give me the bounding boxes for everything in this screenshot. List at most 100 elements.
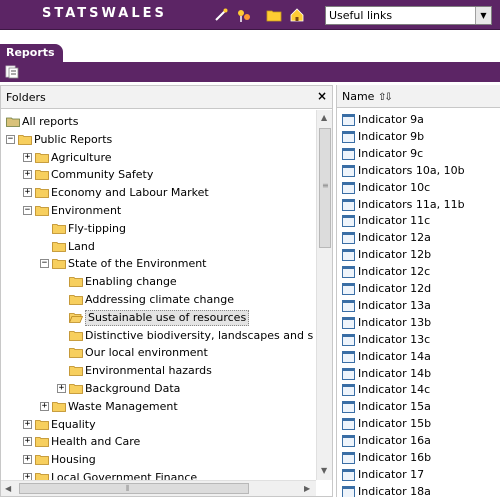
expand-icon[interactable]: + <box>23 419 32 429</box>
expand-icon[interactable]: + <box>23 455 32 465</box>
grip-icon: ⦀ <box>126 484 130 493</box>
tab-reports[interactable]: Reports <box>0 44 63 62</box>
expand-icon[interactable]: + <box>23 188 32 198</box>
report-icon <box>342 114 355 126</box>
statswales-logo[interactable]: STATSWALES <box>42 6 167 21</box>
horizontal-scrollbar[interactable]: ◀ ⦀ ▶ <box>1 480 316 496</box>
home-icon[interactable] <box>289 7 305 23</box>
report-icon <box>342 249 355 262</box>
tree-item-label[interactable]: Waste Management <box>68 398 178 416</box>
tree-row[interactable]: − Public Reports <box>1 131 316 149</box>
brush-icon[interactable] <box>213 7 229 23</box>
vertical-scrollbar[interactable]: ▲ ≡ ▼ <box>316 110 332 480</box>
tree-row[interactable]: Land <box>1 238 316 256</box>
report-icon <box>342 130 355 143</box>
tree-item-label[interactable]: State of the Environment <box>68 255 207 273</box>
report-item-label: Indicator 10c <box>358 180 431 194</box>
report-item-label: Indicator 14b <box>358 366 432 380</box>
tree-row[interactable]: Enabling change <box>1 273 316 291</box>
report-item-label: Indicator 13c <box>358 332 431 346</box>
tree-item-label[interactable]: Distinctive biodiversity, landscapes and… <box>85 327 313 345</box>
report-icon <box>342 485 355 497</box>
tree-item-label[interactable]: Community Safety <box>51 166 153 184</box>
folder-icon <box>52 223 66 234</box>
tree-row[interactable]: + Background Data <box>1 380 316 398</box>
tree-item-label[interactable]: Our local environment <box>85 344 208 362</box>
useful-links-select[interactable]: Useful links ▼ <box>325 6 492 25</box>
tree-row[interactable]: Environmental hazards <box>1 362 316 380</box>
close-icon[interactable]: × <box>317 89 327 103</box>
folders-header: Folders × <box>1 86 332 109</box>
report-item-label: Indicator 9b <box>358 129 425 143</box>
expand-icon[interactable]: + <box>23 437 32 447</box>
tree-row[interactable]: Addressing climate change <box>1 291 316 309</box>
tree-row[interactable]: Fly-tipping <box>1 220 316 238</box>
tree-row[interactable]: + Economy and Labour Market <box>1 184 316 202</box>
tools-icon[interactable] <box>236 7 252 23</box>
report-item-label: Indicator 13b <box>358 315 432 329</box>
folder-icon <box>35 455 49 466</box>
folders-pane: Folders × All reports − Public Reports + Agr… <box>0 85 333 497</box>
tree-item-label[interactable]: Public Reports <box>34 131 112 149</box>
scroll-right-icon[interactable]: ▶ <box>304 484 310 493</box>
reports-list-pane: Name ⇧⇩ Indicator 9a Indicator 9b Indicato… <box>336 85 500 497</box>
tree-row[interactable]: Sustainable use of resources <box>1 309 316 327</box>
name-column-header[interactable]: Name ⇧⇩ <box>337 85 500 108</box>
expand-icon[interactable]: + <box>23 170 32 180</box>
tree-item-label[interactable]: Addressing climate change <box>85 291 234 309</box>
collapse-icon[interactable]: − <box>6 134 15 144</box>
tree-item-label[interactable]: Fly-tipping <box>68 220 126 238</box>
folder-icon <box>35 188 49 199</box>
report-item-label: Indicator 15a <box>358 400 431 414</box>
report-view-icon[interactable] <box>5 65 19 79</box>
tree-item-label[interactable]: Health and Care <box>51 433 140 451</box>
tree-item-label[interactable]: Environmental hazards <box>85 362 212 380</box>
tree-item-label[interactable]: Environment <box>51 202 121 220</box>
chevron-down-icon[interactable]: ▼ <box>475 7 491 24</box>
tree-item-label[interactable]: Housing <box>51 451 96 469</box>
collapse-icon[interactable]: − <box>40 259 49 269</box>
tree-item-label[interactable]: Economy and Labour Market <box>51 184 209 202</box>
expand-icon[interactable]: + <box>57 384 66 393</box>
folder-icon <box>69 330 83 341</box>
tree-item-label[interactable]: Agriculture <box>51 149 112 167</box>
tree-item-label[interactable]: Equality <box>51 416 96 434</box>
folder-tree: All reports − Public Reports + Agriculture + C… <box>1 110 316 480</box>
folder-icon <box>35 473 49 480</box>
tree-row[interactable]: + Equality <box>1 416 316 434</box>
tree-item-label[interactable]: Local Government Finance <box>51 469 197 480</box>
tree-item-label[interactable]: All reports <box>22 113 78 131</box>
scroll-up-icon[interactable]: ▲ <box>321 113 327 122</box>
horizontal-scroll-thumb[interactable]: ⦀ <box>19 483 249 494</box>
report-item-label: Indicator 9c <box>358 146 424 160</box>
expand-icon[interactable]: + <box>23 152 32 162</box>
sort-icon[interactable]: ⇧⇩ <box>378 92 393 103</box>
scroll-left-icon[interactable]: ◀ <box>5 484 11 493</box>
tree-row[interactable]: Our local environment <box>1 344 316 362</box>
tree-row[interactable]: + Local Government Finance <box>1 469 316 480</box>
tree-row[interactable]: + Housing <box>1 451 316 469</box>
tree-row[interactable]: − Environment <box>1 202 316 220</box>
collapse-icon[interactable]: − <box>23 206 32 215</box>
scroll-down-icon[interactable]: ▼ <box>321 466 327 475</box>
tree-row[interactable]: + Health and Care <box>1 433 316 451</box>
tree-item-label[interactable]: Background Data <box>85 380 180 398</box>
tree-row[interactable]: All reports <box>1 113 316 131</box>
tree-item-label[interactable]: Enabling change <box>85 273 177 291</box>
folder-icon <box>69 295 83 305</box>
tree-row[interactable]: Distinctive biodiversity, landscapes and… <box>1 327 316 345</box>
expand-icon[interactable]: + <box>40 401 49 411</box>
folder-tool-icon[interactable] <box>266 7 282 23</box>
folder-icon <box>69 366 83 377</box>
report-item-label: Indicator 12b <box>358 248 432 262</box>
expand-icon[interactable]: + <box>23 473 32 480</box>
report-icon <box>342 401 355 414</box>
vertical-scroll-thumb[interactable]: ≡ <box>319 128 331 248</box>
tree-row[interactable]: − State of the Environment <box>1 255 316 273</box>
tree-row[interactable]: + Community Safety <box>1 166 316 184</box>
tree-item-label[interactable]: Sustainable use of resources <box>85 309 250 326</box>
tree-row[interactable]: + Agriculture <box>1 149 316 167</box>
tree-row[interactable]: + Waste Management <box>1 398 316 416</box>
tree-item-label[interactable]: Land <box>68 238 95 256</box>
open-folder-icon <box>69 312 83 323</box>
